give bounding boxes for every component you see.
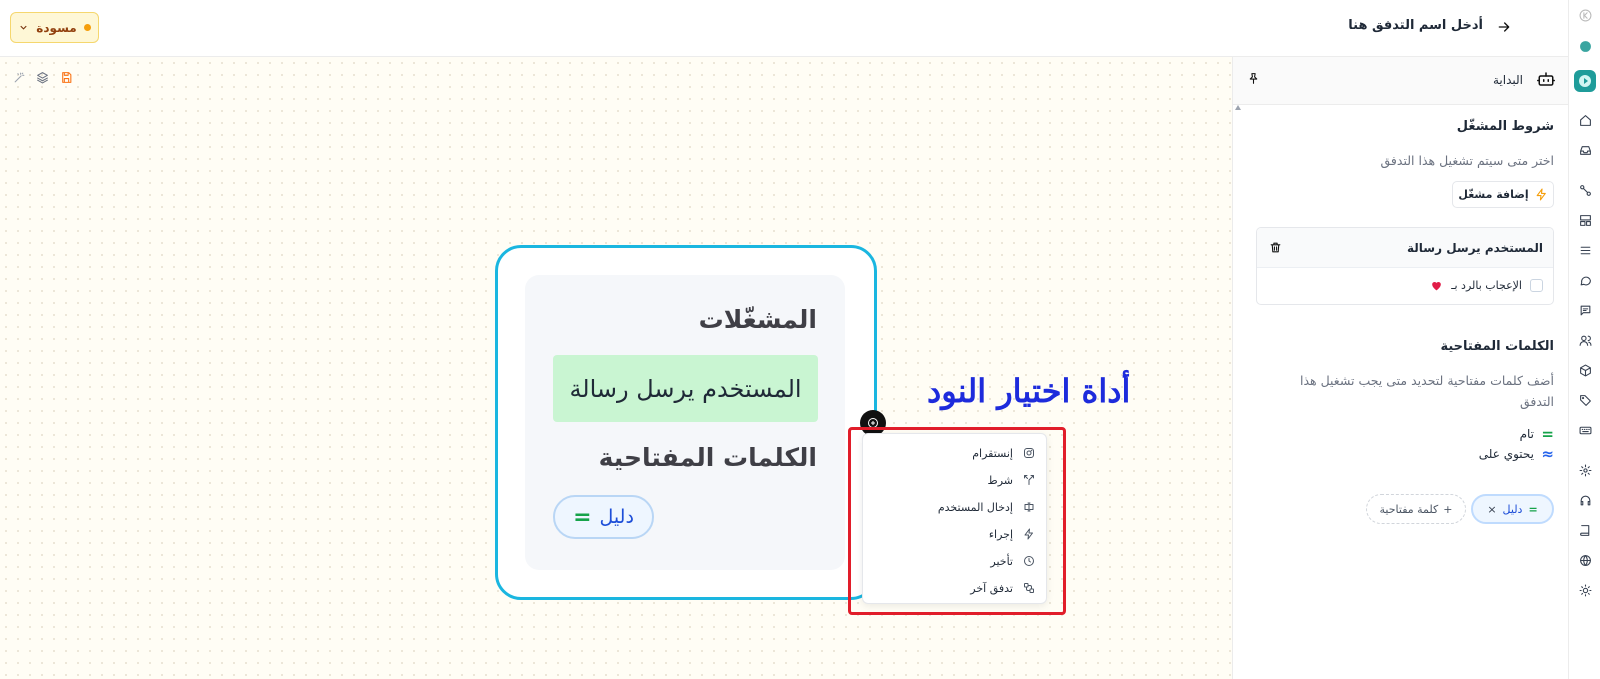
collapse-icon[interactable] <box>1569 4 1600 26</box>
node-keywords-title: الكلمات المفتاحية <box>598 443 817 472</box>
top-header: أدخل اسم التدفق هنا مسودة <box>0 0 1568 57</box>
triggers-description: اختر متى سيتم تشغيل هذا التدفق <box>1380 153 1555 168</box>
picker-item-delay[interactable]: تأخير <box>861 548 1046 574</box>
node-triggers-title: المشغّلات <box>698 305 817 334</box>
picker-item-action[interactable]: إجراء <box>861 521 1046 547</box>
heart-icon <box>1430 279 1443 292</box>
approx-icon: ≈ <box>1541 445 1554 463</box>
box-icon[interactable] <box>1569 359 1600 381</box>
equals-icon: = <box>1528 502 1538 516</box>
save-icon[interactable] <box>60 71 76 87</box>
like-reply-label: الإعجاب بالرد بـ <box>1451 279 1522 292</box>
trigger-node[interactable]: المشغّلات المستخدم يرسل رسالة الكلمات ال… <box>495 245 877 600</box>
globe-icon[interactable] <box>1569 549 1600 571</box>
flow-name-input[interactable]: أدخل اسم التدفق هنا <box>1348 18 1483 33</box>
node-body: المشغّلات المستخدم يرسل رسالة الكلمات ال… <box>525 275 845 570</box>
pin-icon[interactable] <box>1247 72 1260 85</box>
add-trigger-label: إضافة مشغّل <box>1458 188 1529 201</box>
node-keyword-text: دليل <box>599 506 634 528</box>
chat-icon[interactable] <box>1569 269 1600 291</box>
picker-item-condition[interactable]: شرط <box>861 467 1046 493</box>
equals-icon: = <box>1541 425 1554 443</box>
picker-item-other-flow[interactable]: تدفق آخر <box>861 575 1046 601</box>
book-icon[interactable] <box>1569 519 1600 541</box>
plus-icon: + <box>1443 502 1453 516</box>
chevron-down-icon <box>18 22 29 33</box>
logo-icon[interactable] <box>1569 35 1600 57</box>
match-exact-label: تام <box>1519 427 1534 441</box>
keywords-heading: الكلمات المفتاحية <box>1440 339 1554 354</box>
like-reply-option: الإعجاب بالرد بـ <box>1430 279 1543 292</box>
status-label: مسودة <box>36 20 77 35</box>
picker-item-user-input[interactable]: إدخال المستخدم <box>861 494 1046 520</box>
gear-icon[interactable] <box>1569 459 1600 481</box>
node-picker-menu: إنستقرام شرط إدخال المستخدم إجراء تأخير … <box>862 433 1047 604</box>
text-cursor-icon <box>1023 501 1035 513</box>
inbox-icon[interactable] <box>1569 139 1600 161</box>
home-icon[interactable] <box>1569 109 1600 131</box>
close-icon[interactable]: × <box>1487 503 1496 516</box>
picker-item-label: تأخير <box>990 554 1013 568</box>
picker-item-instagram[interactable]: إنستقرام <box>861 440 1046 466</box>
node-keyword-symbol: = <box>573 504 592 530</box>
tag-icon[interactable] <box>1569 389 1600 411</box>
bot-icon <box>1537 70 1555 88</box>
sun-icon[interactable] <box>1569 579 1600 601</box>
trigger-card-title: المستخدم يرسل رسالة <box>1407 241 1543 255</box>
clock-icon <box>1023 555 1035 567</box>
integrations-icon[interactable] <box>1569 179 1600 201</box>
users-icon[interactable] <box>1569 329 1600 351</box>
panel-header: البداية <box>1233 57 1569 105</box>
zap-icon <box>1535 188 1548 201</box>
like-reply-checkbox[interactable] <box>1530 279 1543 292</box>
settings-panel: البداية شروط المشغّل اختر متى سيتم تشغيل… <box>1232 57 1569 679</box>
add-keyword-button[interactable]: + كلمة مفتاحية <box>1366 494 1466 524</box>
match-contains-option[interactable]: ≈ يحتوي على <box>1479 445 1554 463</box>
split-icon <box>1023 474 1035 486</box>
trigger-card: المستخدم يرسل رسالة الإعجاب بالرد بـ <box>1256 227 1554 305</box>
picker-item-label: إجراء <box>988 527 1013 541</box>
menu-icon[interactable] <box>1569 239 1600 261</box>
trash-icon[interactable] <box>1269 241 1282 254</box>
magic-wand-icon[interactable] <box>13 71 29 87</box>
keyword-tag-text: دليل <box>1502 502 1523 516</box>
workflow-icon <box>1023 582 1035 594</box>
messages-icon[interactable] <box>1569 299 1600 321</box>
flows-icon[interactable] <box>1569 68 1600 94</box>
keyword-tag: = دليل × <box>1471 494 1554 524</box>
zap-icon <box>1023 528 1035 540</box>
icon-rail <box>1568 0 1600 679</box>
layout-icon[interactable] <box>1569 209 1600 231</box>
picker-item-label: شرط <box>987 473 1013 487</box>
keywords-description: أضف كلمات مفتاحية لتحديد متى يجب تشغيل ه… <box>1299 373 1554 409</box>
annotation-label: أداة اختيار النود <box>927 372 1131 410</box>
keyboard-icon[interactable] <box>1569 419 1600 441</box>
triggers-heading: شروط المشغّل <box>1456 119 1554 134</box>
node-keyword-chip: دليل = <box>553 495 654 539</box>
picker-item-label: إنستقرام <box>972 446 1013 460</box>
status-dot <box>83 24 91 31</box>
match-contains-label: يحتوي على <box>1478 447 1534 461</box>
match-exact-option[interactable]: = تام <box>1520 425 1554 443</box>
instagram-icon <box>1023 447 1035 459</box>
trigger-card-header: المستخدم يرسل رسالة <box>1257 228 1553 268</box>
layers-icon[interactable] <box>36 71 52 87</box>
scroll-up-arrow[interactable] <box>1235 105 1241 110</box>
node-trigger-pill: المستخدم يرسل رسالة <box>553 355 818 422</box>
add-keyword-label: كلمة مفتاحية <box>1379 502 1439 516</box>
back-arrow-icon[interactable] <box>1496 19 1512 35</box>
headset-icon[interactable] <box>1569 489 1600 511</box>
status-dropdown[interactable]: مسودة <box>10 12 99 43</box>
picker-item-label: إدخال المستخدم <box>937 500 1013 514</box>
add-trigger-button[interactable]: إضافة مشغّل <box>1452 181 1554 208</box>
panel-title: البداية <box>1492 73 1523 87</box>
picker-item-label: تدفق آخر <box>970 581 1013 595</box>
